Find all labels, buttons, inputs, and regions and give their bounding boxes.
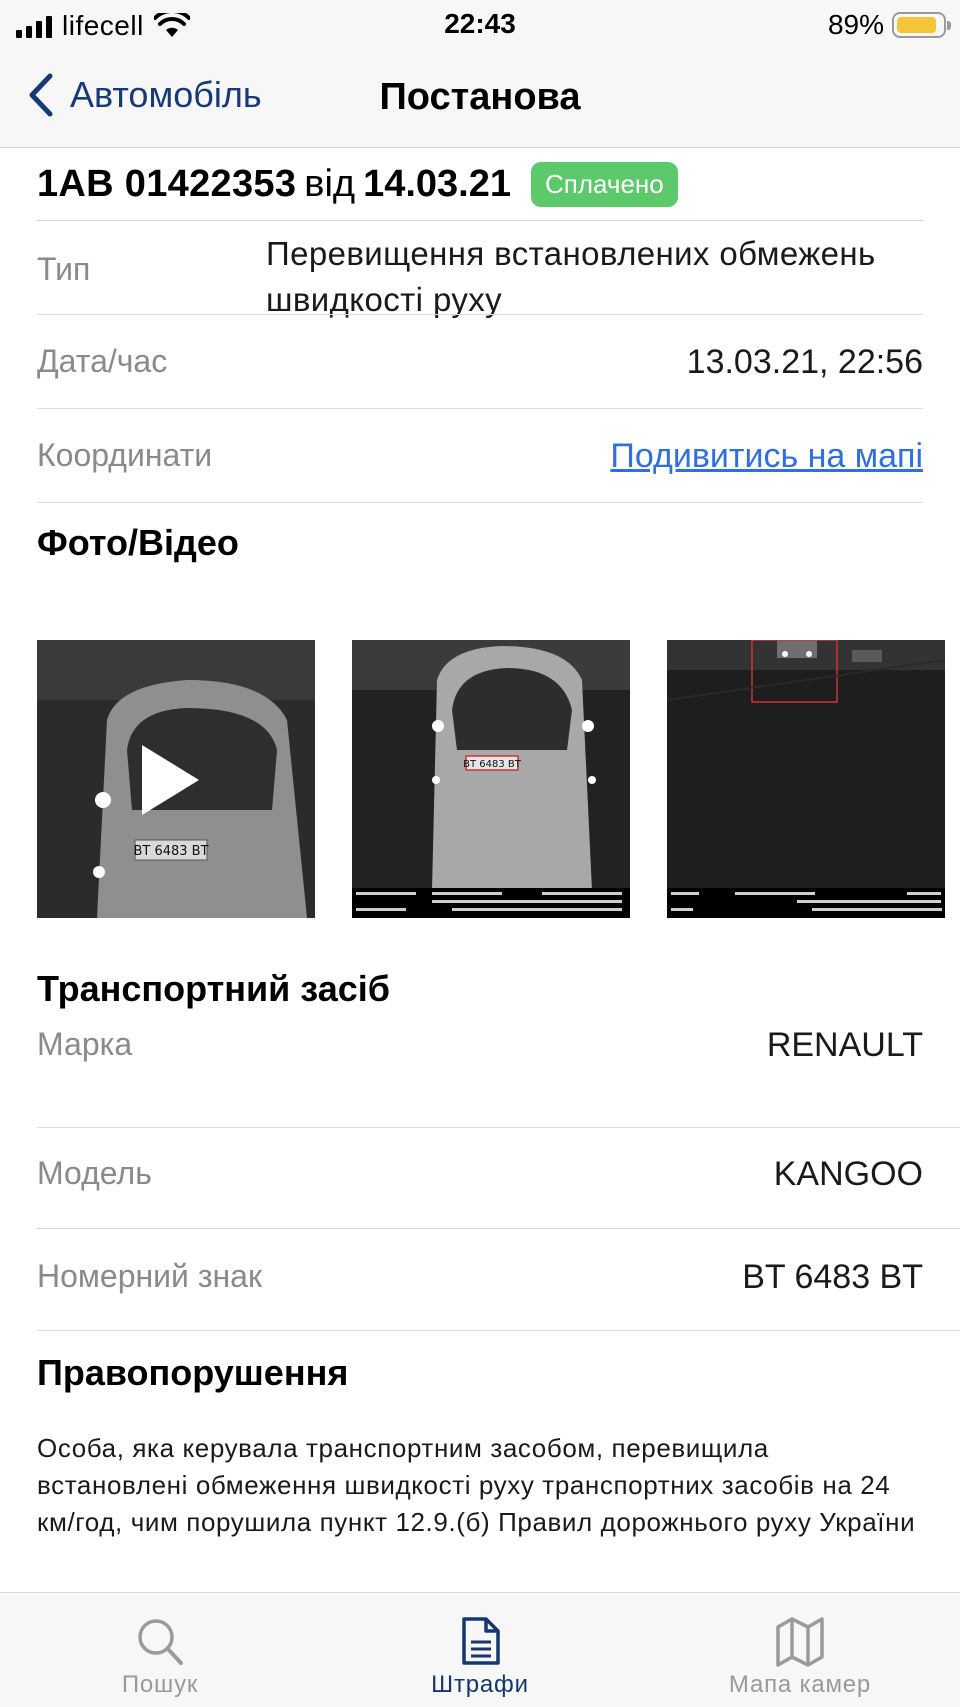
plate-row: Номерний знак BT 6483 BT bbox=[37, 1228, 923, 1329]
photo-2-image bbox=[667, 640, 945, 918]
brand-value: RENAULT bbox=[766, 1026, 923, 1064]
document-icon bbox=[462, 1617, 500, 1665]
page-title: Постанова bbox=[379, 76, 581, 118]
plate-text: BT 6483 BT bbox=[133, 844, 208, 859]
photo-thumbnail-2[interactable] bbox=[667, 640, 945, 918]
navigation-bar: Автомобіль Постанова bbox=[0, 50, 960, 148]
status-time: 22:43 bbox=[444, 8, 516, 39]
status-right: 89% bbox=[827, 9, 951, 41]
decree-from-word: від bbox=[304, 162, 356, 205]
status-bar: lifecell 22:43 89% bbox=[0, 0, 960, 50]
tab-fines-label: Штрафи bbox=[431, 1671, 529, 1698]
type-label: Тип bbox=[37, 251, 91, 287]
decree-date: 14.03.21 bbox=[363, 162, 511, 205]
plate-label: Номерний знак bbox=[37, 1258, 262, 1294]
search-icon bbox=[138, 1619, 183, 1665]
decree-number: 1AB 01422353 bbox=[37, 162, 297, 205]
type-row: Тип Перевищення встановлених обмежень шв… bbox=[37, 220, 923, 318]
tab-fines[interactable]: Штрафи bbox=[320, 1593, 640, 1707]
datetime-row: Дата/час 13.03.21, 22:56 bbox=[37, 314, 923, 408]
offense-section-title: Правопорушення bbox=[37, 1352, 349, 1393]
model-label: Модель bbox=[37, 1155, 152, 1191]
datetime-label: Дата/час bbox=[37, 343, 168, 379]
photo-1-image: BT 6483 BT bbox=[352, 640, 630, 918]
photo-thumbnail-1[interactable]: BT 6483 BT bbox=[352, 640, 630, 918]
battery-percent: 89% bbox=[827, 9, 884, 40]
brand-label: Марка bbox=[37, 1026, 133, 1062]
video-thumbnail[interactable]: BT 6483 BT bbox=[37, 640, 315, 918]
divider bbox=[37, 1330, 960, 1331]
battery-icon bbox=[892, 12, 951, 38]
model-value: KANGOO bbox=[773, 1155, 923, 1193]
status-badge: Сплачено bbox=[530, 161, 678, 207]
offense-description: Особа, яка керувала транспортним засобом… bbox=[37, 1433, 916, 1537]
datetime-value: 13.03.21, 22:56 bbox=[686, 343, 923, 381]
decree-header: 1AB 01422353 від 14.03.21 Сплачено bbox=[37, 148, 923, 220]
type-value: Перевищення встановлених обмежень швидко… bbox=[266, 235, 876, 318]
divider bbox=[37, 502, 923, 503]
coordinates-label: Координати bbox=[37, 437, 213, 473]
tab-camera-map-label: Мапа камер bbox=[728, 1671, 872, 1698]
tab-bar: Пошук Штрафи Мапа камер bbox=[0, 1592, 960, 1707]
tab-search[interactable]: Пошук bbox=[0, 1593, 320, 1707]
brand-row: Марка RENAULT bbox=[37, 1020, 923, 1118]
coordinates-row: Координати Подивитись на мапі bbox=[37, 408, 923, 502]
plate-text: BT 6483 BT bbox=[463, 759, 522, 770]
video-preview-image: BT 6483 BT bbox=[37, 640, 315, 918]
vehicle-section-title: Транспортний засіб bbox=[37, 968, 390, 1009]
media-section-title: Фото/Відео bbox=[37, 522, 239, 563]
map-icon bbox=[776, 1617, 824, 1667]
tab-camera-map[interactable]: Мапа камер bbox=[640, 1593, 960, 1707]
plate-value: BT 6483 BT bbox=[742, 1258, 923, 1296]
view-on-map-link[interactable]: Подивитись на мапі bbox=[610, 437, 923, 476]
tab-search-label: Пошук bbox=[121, 1671, 199, 1698]
model-row: Модель KANGOO bbox=[37, 1127, 923, 1228]
